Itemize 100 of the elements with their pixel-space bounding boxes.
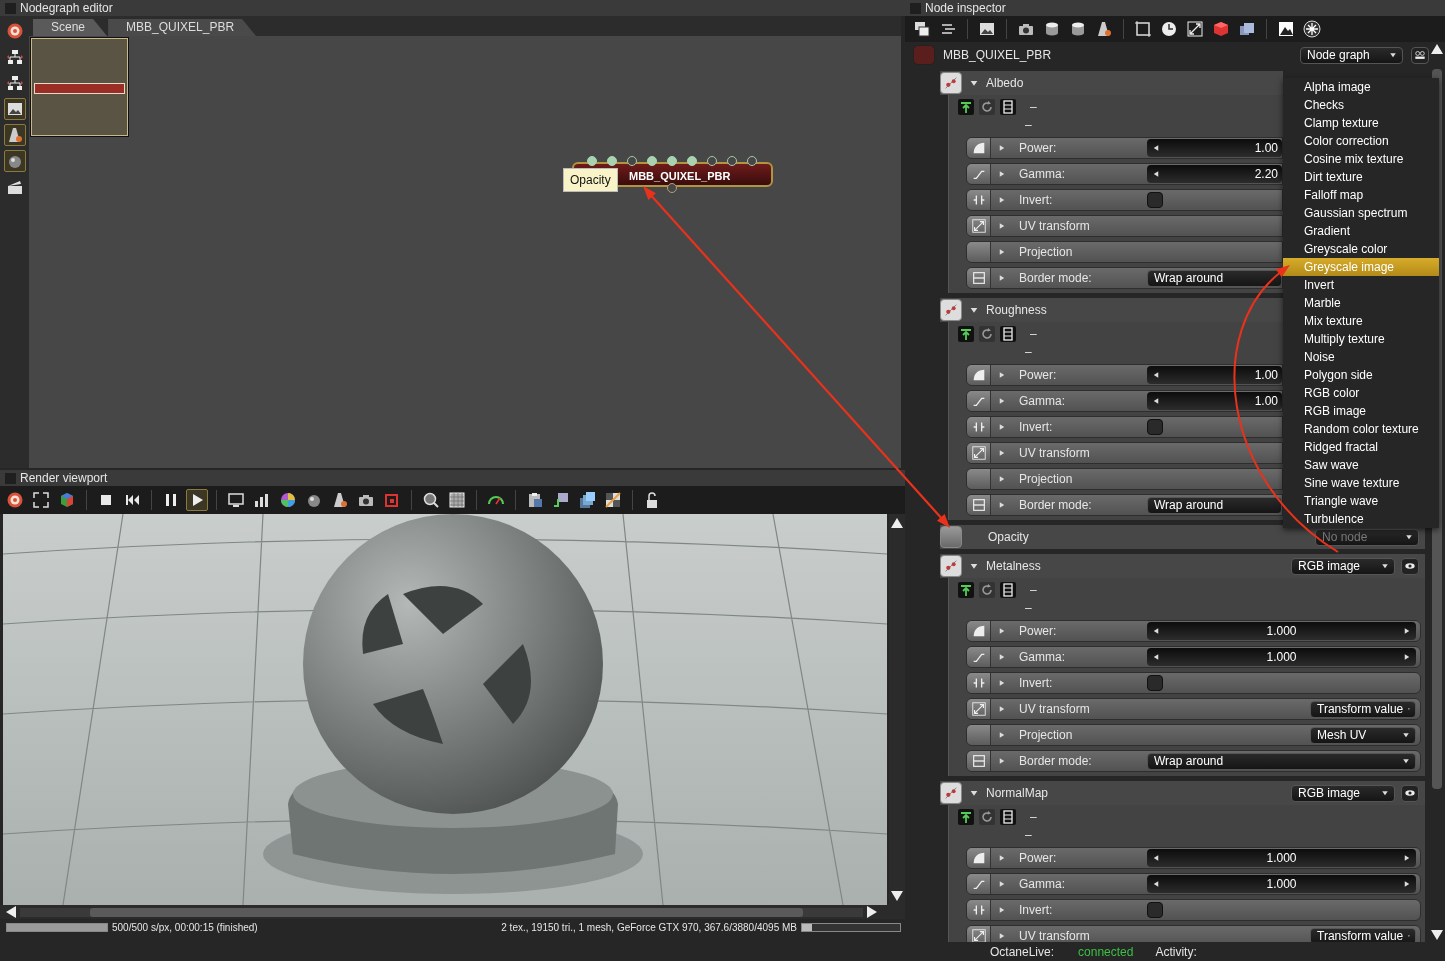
- dropdown[interactable]: Wrap around: [1147, 496, 1282, 514]
- parameter-row[interactable]: Projection Mesh UV: [966, 724, 1421, 746]
- input-pin[interactable]: [707, 156, 717, 166]
- number-field[interactable]: 1.000: [1147, 849, 1416, 867]
- reset-icon[interactable]: [978, 325, 996, 343]
- checkbox[interactable]: [1147, 419, 1163, 435]
- panel-grip[interactable]: [5, 472, 16, 484]
- cone-icon[interactable]: [3, 124, 26, 146]
- menu-item[interactable]: Polygon side: [1283, 366, 1439, 384]
- menu-item[interactable]: Gradient: [1283, 222, 1439, 240]
- menu-item[interactable]: Falloff map: [1283, 186, 1439, 204]
- pin-icon[interactable]: [957, 808, 975, 826]
- parameter-row[interactable]: Invert:: [966, 416, 1283, 438]
- texture-icon[interactable]: [940, 782, 962, 804]
- menu-item[interactable]: Color correction: [1283, 132, 1439, 150]
- menu-item[interactable]: Checks: [1283, 96, 1439, 114]
- parameter-row[interactable]: Gamma: 1.00: [966, 390, 1283, 412]
- dropdown[interactable]: RGB image: [1291, 784, 1395, 802]
- play-icon[interactable]: [186, 489, 208, 511]
- menu-item[interactable]: Clamp texture: [1283, 114, 1439, 132]
- parameter-row[interactable]: Projection: [966, 241, 1283, 263]
- number-field[interactable]: 1.00: [1147, 366, 1282, 384]
- menu-item[interactable]: RGB color: [1283, 384, 1439, 402]
- panel-grip[interactable]: [910, 2, 921, 14]
- input-pin[interactable]: [587, 156, 597, 166]
- scroll-right-icon[interactable]: [867, 906, 877, 918]
- menu-item[interactable]: Noise: [1283, 348, 1439, 366]
- parameter-row[interactable]: Gamma: 1.000: [966, 646, 1421, 668]
- menu-item[interactable]: Gaussian spectrum: [1283, 204, 1439, 222]
- input-pin[interactable]: [647, 156, 657, 166]
- dropdown[interactable]: Mesh UV: [1310, 726, 1416, 744]
- parameter-row[interactable]: Power: 1.000: [966, 620, 1421, 642]
- panel-grip[interactable]: [5, 2, 16, 14]
- menu-item[interactable]: Alpha image: [1283, 78, 1439, 96]
- number-field[interactable]: 1.00: [1147, 392, 1282, 410]
- parameter-row[interactable]: Power: 1.000: [966, 847, 1421, 869]
- tab[interactable]: MBB_QUIXEL_PBR: [108, 19, 257, 36]
- section-header[interactable]: Roughness: [940, 298, 1283, 322]
- tab[interactable]: Scene: [33, 19, 108, 36]
- square-icon[interactable]: [967, 725, 991, 745]
- pin-icon[interactable]: [957, 581, 975, 599]
- menu-item[interactable]: Multiply texture: [1283, 330, 1439, 348]
- texture-icon[interactable]: [940, 299, 962, 321]
- parameter-row[interactable]: Invert:: [966, 672, 1421, 694]
- menu-item[interactable]: Triangle wave: [1283, 492, 1439, 510]
- texture-icon[interactable]: [940, 72, 962, 94]
- border-icon[interactable]: [970, 270, 987, 286]
- section-header[interactable]: NormalMap RGB image: [940, 781, 1425, 805]
- input-pin[interactable]: [667, 156, 677, 166]
- dropdown[interactable]: Wrap around: [1147, 752, 1416, 770]
- menu-item[interactable]: Marble: [1283, 294, 1439, 312]
- transform-icon[interactable]: [1184, 18, 1206, 40]
- menu-item[interactable]: Turbulence: [1283, 510, 1439, 528]
- film-icon[interactable]: [999, 98, 1017, 116]
- parameter-row[interactable]: Invert:: [966, 899, 1421, 921]
- parameter-row[interactable]: UV transform Transform value: [966, 698, 1421, 720]
- border-icon[interactable]: [970, 753, 987, 769]
- film-icon[interactable]: [999, 325, 1017, 343]
- frame-icon[interactable]: [1132, 18, 1154, 40]
- parameter-row[interactable]: UV transform: [966, 215, 1283, 237]
- scroll-left-icon[interactable]: [6, 906, 16, 918]
- parameter-row[interactable]: Gamma: 1.000: [966, 873, 1421, 895]
- input-pin[interactable]: [627, 156, 637, 166]
- square-icon[interactable]: [967, 242, 991, 262]
- parameter-row[interactable]: Projection: [966, 468, 1283, 490]
- menu-item[interactable]: Saw wave: [1283, 456, 1439, 474]
- grid-icon[interactable]: [446, 489, 468, 511]
- menu-item[interactable]: Cosine mix texture: [1283, 150, 1439, 168]
- parameter-row[interactable]: Power: 1.00: [966, 137, 1283, 159]
- input-pin[interactable]: [747, 156, 757, 166]
- parameter-row[interactable]: Border mode: Wrap around: [966, 494, 1283, 516]
- input-pin[interactable]: [687, 156, 697, 166]
- film-icon[interactable]: [999, 808, 1017, 826]
- menu-item[interactable]: Invert: [1283, 276, 1439, 294]
- reset-icon[interactable]: [978, 98, 996, 116]
- menu-item[interactable]: Sine wave texture: [1283, 474, 1439, 492]
- reset-icon[interactable]: [978, 581, 996, 599]
- section-header[interactable]: Metalness RGB image: [940, 554, 1425, 578]
- dropdown[interactable]: Node graph: [1300, 46, 1403, 64]
- menu-item[interactable]: Random color texture: [1283, 420, 1439, 438]
- node-color-swatch[interactable]: [913, 45, 935, 65]
- parameter-row[interactable]: UV transform Transform value: [966, 925, 1421, 942]
- square-icon[interactable]: [940, 526, 962, 548]
- section-header[interactable]: Albedo: [940, 71, 1283, 95]
- parameter-row[interactable]: Border mode: Wrap around: [966, 267, 1283, 289]
- parameter-row[interactable]: Border mode: Wrap around: [966, 750, 1421, 772]
- parameter-row[interactable]: UV transform: [966, 442, 1283, 464]
- input-pin[interactable]: [607, 156, 617, 166]
- number-field[interactable]: 1.00: [1147, 139, 1282, 157]
- number-field[interactable]: 1.000: [1147, 875, 1416, 893]
- scroll-down-icon[interactable]: [891, 891, 903, 901]
- menu-item[interactable]: RGB image: [1283, 402, 1439, 420]
- texture-icon[interactable]: [940, 555, 962, 577]
- border-icon[interactable]: [970, 497, 987, 513]
- checkbox[interactable]: [1147, 675, 1163, 691]
- checkbox[interactable]: [1147, 902, 1163, 918]
- sun-icon[interactable]: [1301, 18, 1323, 40]
- parameter-row[interactable]: Power: 1.00: [966, 364, 1283, 386]
- output-pin[interactable]: [667, 183, 677, 193]
- square-icon[interactable]: [967, 469, 991, 489]
